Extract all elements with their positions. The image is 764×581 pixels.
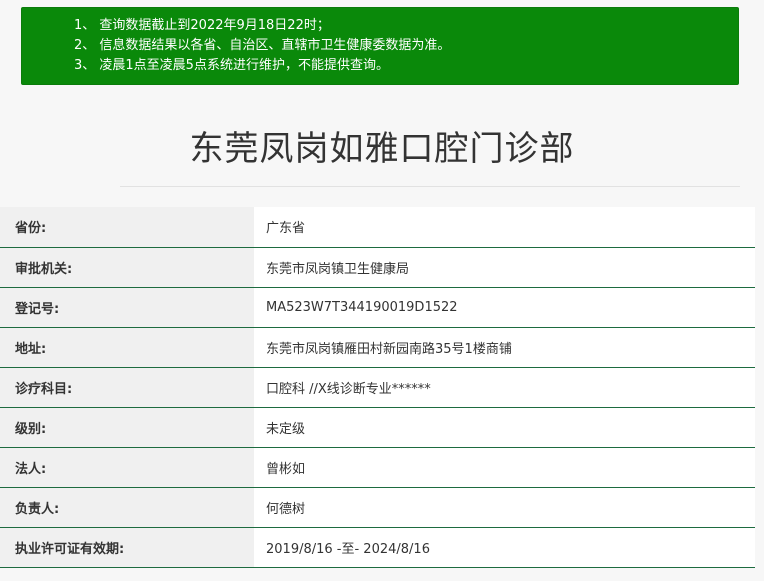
page-title: 东莞凤岗如雅口腔门诊部 [189,129,575,169]
table-row: 地址: 东莞市凤岗镇雁田村新园南路35号1楼商铺 [0,327,755,368]
row-label-registration-no: 登记号: [0,287,254,328]
row-value-province: 广东省 [254,207,755,248]
row-label-level: 级别: [0,407,254,448]
table-row: 登记号: MA523W7T344190019D1522 [0,287,755,328]
table-row: 法人: 曾彬如 [0,447,755,488]
row-label-person-in-charge: 负责人: [0,487,254,528]
row-value-registration-no: MA523W7T344190019D1522 [254,287,755,328]
notice-line-3: 3、 凌晨1点至凌晨5点系统进行维护，不能提供查询。 [74,58,389,73]
row-value-legal-person: 曾彬如 [254,447,755,488]
table-row: 级别: 未定级 [0,407,755,448]
table-row: 诊疗科目: 口腔科 //X线诊断专业****** [0,367,755,408]
table-row: 审批机关: 东莞市凤岗镇卫生健康局 [0,247,755,288]
table-row: 省份: 广东省 [0,207,755,248]
row-label-departments: 诊疗科目: [0,367,254,408]
row-label-legal-person: 法人: [0,447,254,488]
row-value-approval-authority: 东莞市凤岗镇卫生健康局 [254,247,755,288]
row-value-address: 东莞市凤岗镇雁田村新园南路35号1楼商铺 [254,327,755,368]
row-value-level: 未定级 [254,407,755,448]
info-table: 省份: 广东省 审批机关: 东莞市凤岗镇卫生健康局 登记号: MA523W7T3… [0,207,755,568]
table-row: 执业许可证有效期: 2019/8/16 -至- 2024/8/16 [0,527,755,568]
title-divider [120,186,740,187]
notice-banner: 1、 查询数据截止到2022年9月18日22时； 2、 信息数据结果以各省、自治… [21,7,739,85]
row-label-province: 省份: [0,207,254,248]
row-label-address: 地址: [0,327,254,368]
table-row: 负责人: 何德树 [0,487,755,528]
row-value-person-in-charge: 何德树 [254,487,755,528]
row-label-license-validity: 执业许可证有效期: [0,527,254,568]
row-value-departments: 口腔科 //X线诊断专业****** [254,367,755,408]
row-label-approval-authority: 审批机关: [0,247,254,288]
row-value-license-validity: 2019/8/16 -至- 2024/8/16 [254,527,755,568]
notice-line-1: 1、 查询数据截止到2022年9月18日22时； [74,18,330,33]
notice-line-2: 2、 信息数据结果以各省、自治区、直辖市卫生健康委数据为准。 [74,38,451,53]
